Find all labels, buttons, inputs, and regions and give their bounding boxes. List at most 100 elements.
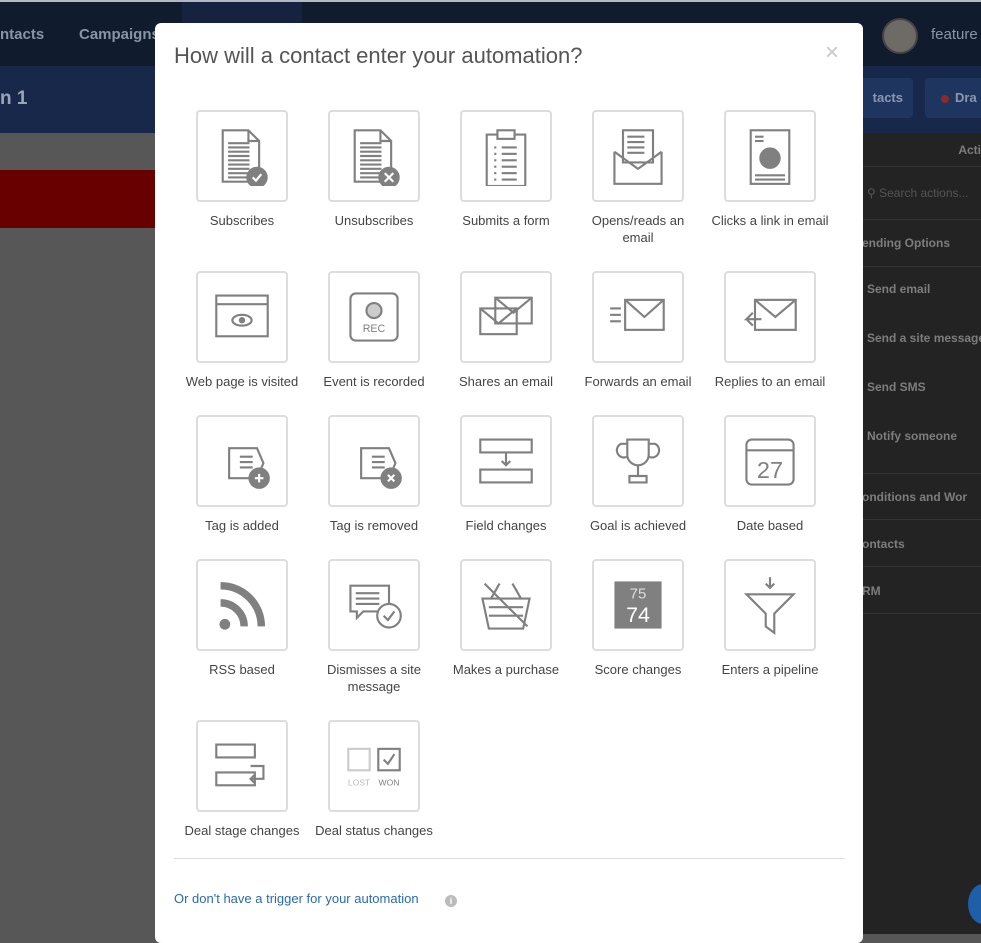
trigger-tile[interactable] <box>328 110 420 202</box>
deal-status-icon: LOST WON <box>347 747 401 787</box>
svg-text:74: 74 <box>626 603 650 627</box>
trigger-clicks-a-link-in-email[interactable]: Clicks a link in email <box>704 110 836 229</box>
trigger-unsubscribes[interactable]: Unsubscribes <box>308 110 440 229</box>
trigger-tag-is-removed[interactable]: Tag is removed <box>308 415 440 534</box>
funnel-icon <box>743 577 797 635</box>
close-icon[interactable]: × <box>825 39 839 67</box>
basket-icon <box>481 582 531 630</box>
field-icon <box>479 438 533 484</box>
doc-x-icon <box>353 129 400 186</box>
trigger-tile[interactable] <box>592 271 684 363</box>
trigger-shares-an-email[interactable]: Shares an email <box>440 271 572 390</box>
trigger-tile[interactable] <box>196 559 288 651</box>
trigger-goal-is-achieved[interactable]: Goal is achieved <box>572 415 704 534</box>
action-send-sms[interactable]: Send SMS <box>862 380 981 394</box>
user-name[interactable]: feature <box>931 26 978 43</box>
trigger-label: Opens/reads an email <box>591 213 685 245</box>
trigger-subscribes[interactable]: Subscribes <box>176 110 308 229</box>
no-trigger-link[interactable]: Or don't have a trigger for your automat… <box>174 891 419 906</box>
nav-campaigns[interactable]: Campaigns <box>79 26 160 43</box>
trigger-label: Forwards an email <box>584 374 692 389</box>
trigger-tile[interactable]: LOST WON <box>328 720 420 812</box>
trigger-tile[interactable] <box>724 559 816 651</box>
trigger-deal-status-changes[interactable]: LOST WON Deal status changes <box>308 720 440 839</box>
trigger-deal-stage-changes[interactable]: Deal stage changes <box>176 720 308 839</box>
automation-title: n 1 <box>0 88 28 109</box>
trigger-date-based[interactable]: 27 Date based <box>704 415 836 534</box>
svg-text:REC: REC <box>363 323 386 335</box>
forward-envelope-icon <box>610 298 665 331</box>
trigger-tile[interactable] <box>592 415 684 507</box>
rss-icon <box>219 581 266 630</box>
doc-check-icon <box>221 129 268 186</box>
trigger-tile[interactable] <box>196 271 288 363</box>
trigger-label: Makes a purchase <box>452 662 560 677</box>
trigger-rss-based[interactable]: RSS based <box>176 559 308 678</box>
score-icon: 7574 <box>614 581 662 629</box>
trigger-replies-to-an-email[interactable]: Replies to an email <box>704 271 836 390</box>
tag-x-icon <box>360 447 402 489</box>
trigger-field-changes[interactable]: Field changes <box>440 415 572 534</box>
reply-envelope-icon <box>743 298 797 331</box>
trigger-label: Replies to an email <box>714 374 826 389</box>
trigger-tile[interactable] <box>592 110 684 202</box>
clipboard-icon <box>485 129 527 186</box>
link-doc-icon <box>749 129 791 185</box>
trigger-tile[interactable]: 27 <box>724 415 816 507</box>
trigger-tile[interactable] <box>460 271 552 363</box>
trigger-label: Unsubscribes <box>334 213 414 228</box>
trigger-tile[interactable] <box>724 271 816 363</box>
trigger-tile[interactable] <box>196 110 288 202</box>
trigger-label: Tag is added <box>205 518 279 533</box>
deal-stage-icon <box>215 743 265 787</box>
section-crm[interactable]: RM <box>862 567 981 614</box>
trigger-tile[interactable] <box>460 110 552 202</box>
trigger-label: Enters a pipeline <box>721 662 819 677</box>
action-send-email[interactable]: Send email <box>862 282 981 296</box>
trigger-label: Subscribes <box>209 213 275 228</box>
section-conditions[interactable]: onditions and Wor <box>862 473 981 520</box>
trigger-makes-a-purchase[interactable]: Makes a purchase <box>440 559 572 678</box>
trigger-event-is-recorded[interactable]: REC Event is recorded <box>308 271 440 390</box>
alert-bar <box>0 170 160 228</box>
trigger-label: Tag is removed <box>329 518 419 533</box>
trigger-tile[interactable] <box>724 110 816 202</box>
trigger-tile[interactable]: 75 74 <box>592 559 684 651</box>
open-envelope-icon <box>613 129 663 185</box>
modal-title: How will a contact enter your automation… <box>174 43 583 68</box>
trigger-dismisses-a-site-message[interactable]: Dismisses a site message <box>308 559 440 695</box>
draft-button[interactable]: Dra <box>925 78 981 118</box>
actions-panel: Acti ⚲ Search actions... ending Options … <box>862 133 981 934</box>
trigger-label: Score changes <box>594 662 682 677</box>
trigger-tag-is-added[interactable]: Tag is added <box>176 415 308 534</box>
tag-plus-icon <box>228 447 270 489</box>
trigger-label: Submits a form <box>462 213 550 228</box>
trigger-tile[interactable] <box>328 559 420 651</box>
svg-text:75: 75 <box>630 586 647 603</box>
trigger-enters-a-pipeline[interactable]: Enters a pipeline <box>704 559 836 678</box>
trigger-label: Clicks a link in email <box>711 213 829 228</box>
trigger-forwards-an-email[interactable]: Forwards an email <box>572 271 704 390</box>
trigger-web-page-is-visited[interactable]: Web page is visited <box>176 271 308 390</box>
trigger-opens-reads-an-email[interactable]: Opens/reads an email <box>572 110 704 246</box>
search-actions-input[interactable]: ⚲ Search actions... <box>862 167 981 220</box>
trigger-tile[interactable]: REC <box>328 271 420 363</box>
trigger-label: Goal is achieved <box>589 518 687 533</box>
section-sending-options[interactable]: ending Options <box>862 220 981 267</box>
trigger-score-changes[interactable]: 75 74 Score changes <box>572 559 704 678</box>
trigger-tile[interactable] <box>460 559 552 651</box>
trigger-submits-a-form[interactable]: Submits a form <box>440 110 572 229</box>
trigger-tile[interactable] <box>328 415 420 507</box>
action-notify-someone[interactable]: Notify someone <box>862 429 981 443</box>
info-icon[interactable]: i <box>445 895 457 907</box>
trigger-label: Field changes <box>465 518 547 533</box>
trigger-tile[interactable] <box>196 720 288 812</box>
trigger-tile[interactable] <box>196 415 288 507</box>
trigger-tile[interactable] <box>460 415 552 507</box>
svg-text:LOST: LOST <box>348 777 371 787</box>
search-placeholder: Search actions... <box>879 186 969 200</box>
section-contacts[interactable]: ontacts <box>862 520 981 567</box>
action-send-site-message[interactable]: Send a site message <box>862 331 981 345</box>
nav-contacts[interactable]: ntacts <box>0 26 44 43</box>
avatar[interactable] <box>882 18 918 54</box>
